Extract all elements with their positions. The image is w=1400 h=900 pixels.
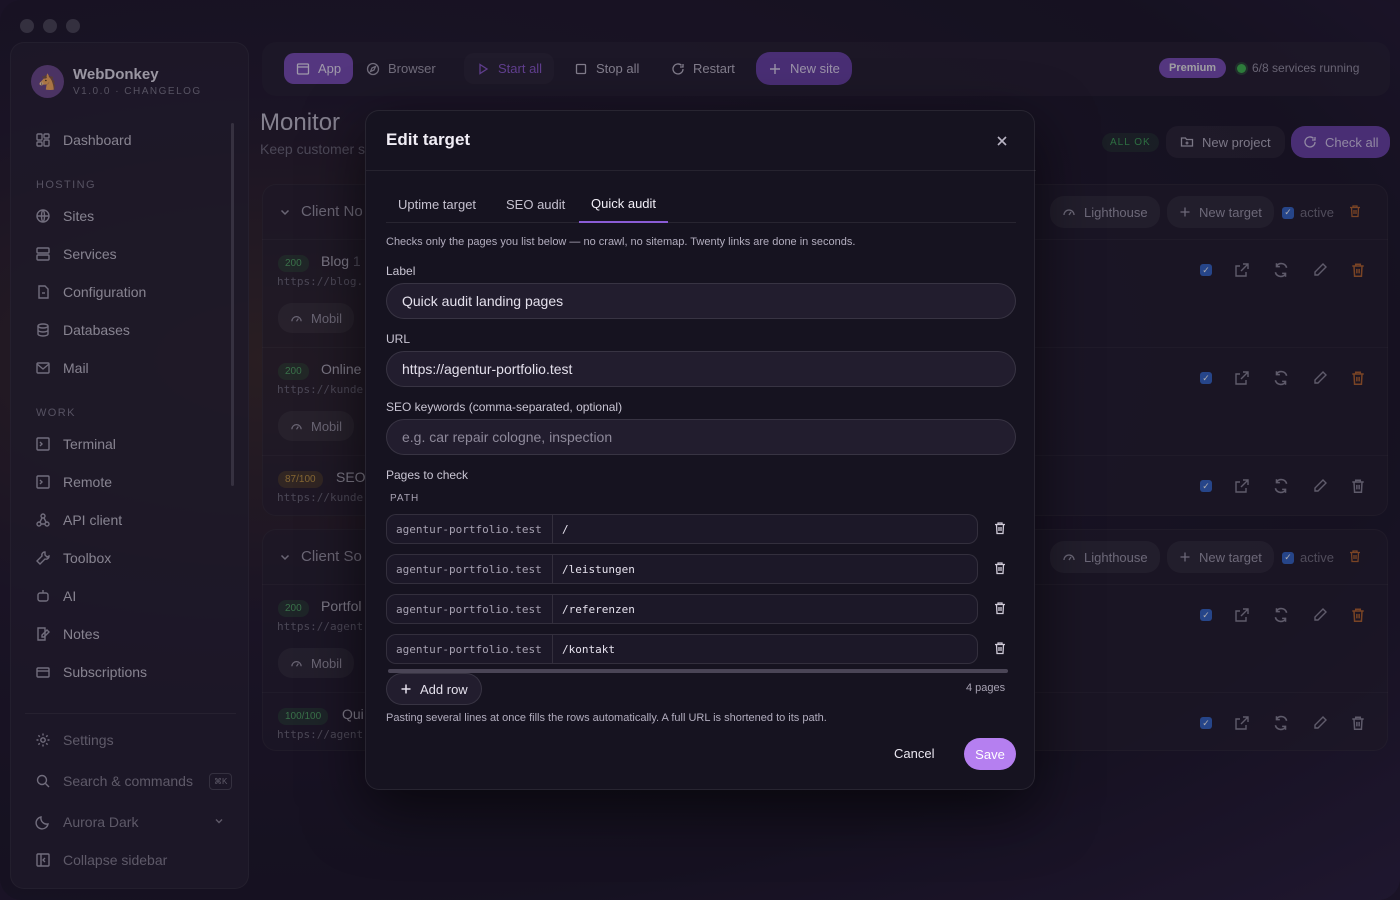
page-count: 4 pages [966, 682, 1006, 694]
dialog-header: Edit target [366, 111, 1036, 171]
close-icon[interactable] [992, 131, 1012, 151]
app-window: 🐴 WebDonkey V1.0.0 · CHANGELOG Dashboard… [0, 0, 1400, 900]
page-path-input[interactable]: / [553, 523, 569, 536]
edit-target-dialog: Edit target Uptime target SEO audit Quic… [365, 110, 1036, 790]
pages-scrollbar[interactable] [388, 669, 1008, 673]
page-host: agentur-portfolio.test [387, 595, 553, 623]
page-path-input[interactable]: /leistungen [553, 563, 635, 576]
tab-quick-audit[interactable]: Quick audit [579, 185, 669, 223]
page-path-input[interactable]: /kontakt [553, 643, 615, 656]
page-row: agentur-portfolio.test /leistungen [386, 554, 978, 584]
add-row-button[interactable]: Add row [386, 673, 482, 705]
paste-hint: Pasting several lines at once fills the … [386, 712, 827, 724]
page-row: agentur-portfolio.test / [386, 514, 978, 544]
save-button[interactable]: Save [964, 738, 1016, 770]
pages-field-label: Pages to check [386, 468, 469, 482]
dialog-tabs: Uptime target SEO audit Quick audit [386, 185, 1016, 223]
label-field-label: Label [386, 264, 416, 278]
keywords-input[interactable]: e.g. car repair cologne, inspection [386, 419, 1016, 455]
trash-icon[interactable] [993, 561, 1009, 577]
trash-icon[interactable] [993, 521, 1009, 537]
url-field-label: URL [386, 332, 411, 346]
cancel-button[interactable]: Cancel [894, 746, 934, 761]
dialog-title: Edit target [386, 130, 471, 149]
trash-icon[interactable] [993, 641, 1009, 657]
page-row: agentur-portfolio.test /referenzen [386, 594, 978, 624]
tab-uptime-target[interactable]: Uptime target [386, 185, 488, 223]
page-path-input[interactable]: /referenzen [553, 603, 635, 616]
trash-icon[interactable] [993, 601, 1009, 617]
keywords-field-label: SEO keywords (comma-separated, optional) [386, 400, 623, 414]
page-row: agentur-portfolio.test /kontakt [386, 634, 978, 664]
url-input[interactable]: https://agentur-portfolio.test [386, 351, 1016, 387]
plus-icon [400, 683, 412, 695]
page-host: agentur-portfolio.test [387, 635, 553, 663]
tab-description: Checks only the pages you list below — n… [386, 236, 856, 248]
page-host: agentur-portfolio.test [387, 515, 553, 543]
path-column-header: PATH [390, 493, 420, 504]
tab-seo-audit[interactable]: SEO audit [494, 185, 577, 223]
label-input[interactable]: Quick audit landing pages [386, 283, 1016, 319]
add-row-label: Add row [420, 681, 468, 697]
page-host: agentur-portfolio.test [387, 555, 553, 583]
